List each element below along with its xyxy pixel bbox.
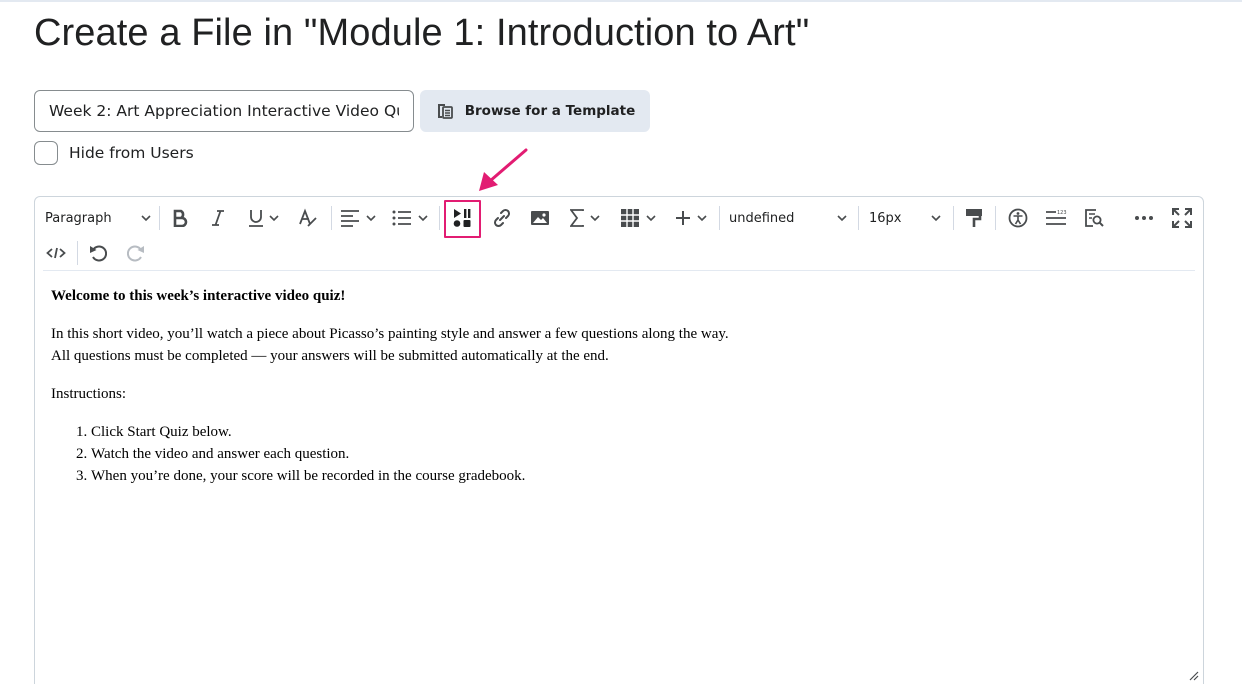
instructions-label: Instructions: (51, 386, 126, 402)
list-item: Watch the video and answer each question… (91, 443, 1181, 465)
accessibility-checker-button[interactable] (1005, 205, 1031, 231)
bold-button[interactable] (167, 205, 193, 231)
chevron-down-icon (697, 215, 707, 222)
chevron-down-icon (268, 215, 279, 222)
table-dropdown[interactable] (617, 205, 659, 231)
more-options-button[interactable] (1131, 205, 1157, 231)
equation-dropdown[interactable] (565, 205, 605, 231)
italic-icon (212, 210, 224, 226)
italic-button[interactable] (205, 205, 231, 231)
find-replace-button[interactable] (1081, 205, 1107, 231)
editor-content[interactable]: Welcome to this week’s interactive video… (51, 285, 1181, 487)
fullscreen-icon (1172, 208, 1192, 228)
paragraph-line-1: In this short video, you’ll watch a piec… (51, 326, 729, 342)
hide-from-users-row: Hide from Users (34, 141, 194, 165)
top-divider (0, 0, 1242, 2)
format-painter-icon (966, 209, 982, 227)
svg-text:123: 123 (1057, 210, 1067, 216)
tool-highlight-box (444, 200, 481, 238)
instructions-list: Click Start Quiz below. Watch the video … (51, 421, 1181, 487)
underline-icon (248, 210, 263, 227)
chevron-down-icon (837, 215, 847, 222)
font-size-value: 16px (869, 210, 902, 226)
toolbar-divider (43, 270, 1195, 271)
chevron-down-icon (366, 215, 376, 222)
font-size-dropdown[interactable]: 16px (867, 205, 943, 231)
sigma-icon (570, 209, 584, 227)
redo-icon (127, 245, 144, 262)
text-format-button[interactable] (295, 205, 321, 231)
editor-toolbar: Paragraph undefined 16px 123 (35, 197, 1203, 271)
content-heading: Welcome to this week’s interactive video… (51, 288, 346, 304)
image-icon (531, 211, 549, 225)
accessibility-icon (1008, 208, 1028, 228)
insert-more-dropdown[interactable] (671, 205, 711, 231)
chevron-down-icon (931, 215, 941, 222)
chevron-down-icon (418, 215, 428, 222)
template-icon (437, 104, 453, 119)
find-replace-icon (1085, 209, 1104, 227)
block-format-value: Paragraph (45, 210, 112, 226)
block-format-dropdown[interactable]: Paragraph (43, 205, 153, 231)
list-dropdown[interactable] (389, 205, 431, 231)
chevron-down-icon (141, 215, 151, 222)
chevron-down-icon (646, 215, 656, 222)
resize-handle-icon[interactable] (1187, 669, 1199, 681)
format-painter-button[interactable] (961, 205, 987, 231)
list-item: When you’re done, your score will be rec… (91, 465, 1181, 487)
bold-icon (173, 209, 188, 227)
link-icon (493, 208, 511, 228)
word-count-icon: 123 (1046, 210, 1067, 225)
plus-icon (676, 211, 690, 225)
font-family-dropdown[interactable]: undefined (727, 205, 849, 231)
hide-from-users-checkbox[interactable] (34, 141, 58, 165)
redo-button[interactable] (123, 240, 149, 266)
more-icon (1135, 216, 1153, 220)
chevron-down-icon (590, 215, 600, 222)
file-title-input[interactable] (34, 90, 414, 132)
insert-link-button[interactable] (489, 205, 515, 231)
annotation-arrow-icon (479, 148, 528, 191)
undo-icon (90, 245, 107, 262)
strikethrough-format-icon (299, 208, 317, 227)
browse-template-label: Browse for a Template (464, 103, 636, 119)
list-icon (392, 210, 411, 226)
underline-button[interactable] (243, 205, 283, 231)
align-dropdown[interactable] (337, 205, 379, 231)
page-title: Create a File in "Module 1: Introduction… (34, 12, 810, 54)
content-paragraph: In this short video, you’ll watch a piec… (51, 323, 1181, 367)
undo-button[interactable] (85, 240, 111, 266)
word-count-button[interactable]: 123 (1043, 205, 1069, 231)
list-item: Click Start Quiz below. (91, 421, 1181, 443)
source-code-icon (46, 247, 66, 259)
hide-from-users-label: Hide from Users (69, 144, 194, 162)
paragraph-line-2: All questions must be completed — your a… (51, 348, 609, 364)
font-family-value: undefined (729, 210, 795, 226)
rich-text-editor: Paragraph undefined 16px 123 Welcome to … (34, 196, 1204, 684)
table-icon (621, 209, 639, 227)
fullscreen-button[interactable] (1169, 205, 1195, 231)
align-left-icon (341, 210, 359, 227)
browse-template-button[interactable]: Browse for a Template (420, 90, 650, 132)
source-code-button[interactable] (43, 240, 69, 266)
insert-image-button[interactable] (527, 205, 553, 231)
